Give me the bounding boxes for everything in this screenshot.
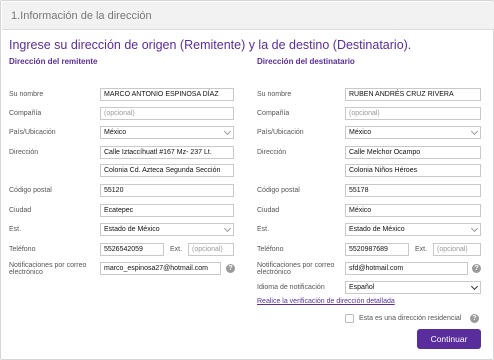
sender-phone-input[interactable]: 5526542059 <box>100 243 164 256</box>
recipient-address-label: Dirección <box>257 149 287 156</box>
recipient-state-select[interactable]: Estado de México <box>345 223 481 236</box>
recipient-country-select[interactable]: México <box>345 126 481 139</box>
sender-name-label: Su nombre <box>9 91 44 98</box>
recipient-city-input[interactable]: México <box>345 204 481 217</box>
recipient-state-label: Est. <box>257 226 270 233</box>
sender-ext-label: Ext. <box>170 246 183 253</box>
recipient-address1-input[interactable]: Calle Melchor Ocampo <box>345 146 481 159</box>
address-panel: 1.Información de la dirección <box>0 0 494 360</box>
sender-state-select[interactable]: Estado de México <box>100 223 234 236</box>
chevron-down-icon <box>223 224 232 233</box>
recipient-postal-input[interactable]: 55178 <box>345 184 481 197</box>
recipient-language-select[interactable]: Español <box>345 281 481 294</box>
chevron-down-icon <box>470 127 479 136</box>
sender-company-input[interactable]: (opcional) <box>100 107 234 120</box>
section-header: 1.Información de la dirección <box>2 2 494 30</box>
sender-country-label: País/Ubicación <box>9 129 56 136</box>
help-icon[interactable]: ? <box>226 264 235 273</box>
sender-state-value: Estado de México <box>104 226 160 233</box>
recipient-language-value: Español <box>349 284 375 291</box>
sender-postal-label: Código postal <box>9 187 52 194</box>
sender-ext-input[interactable]: (opcional) <box>188 243 234 256</box>
sender-phone-label: Teléfono <box>9 246 36 253</box>
sender-city-input[interactable]: Ecatepec <box>100 204 234 217</box>
recipient-company-input[interactable]: (opcional) <box>345 107 481 120</box>
sender-state-label: Est. <box>9 226 22 233</box>
recipient-address2-input[interactable]: Colonia Niños Héroes <box>345 164 481 177</box>
sender-country-value: México <box>104 129 127 136</box>
section-title: 1.Información de la dirección <box>11 10 152 22</box>
help-icon[interactable]: ? <box>472 264 481 273</box>
sender-address-label: Dirección <box>9 149 39 156</box>
recipient-postal-label: Código postal <box>257 187 300 194</box>
sender-name-input[interactable]: MARCO ANTONIO ESPINOSA DÍAZ <box>100 88 234 101</box>
recipient-state-value: Estado de México <box>349 226 405 233</box>
sender-postal-input[interactable]: 55120 <box>100 184 234 197</box>
sender-address1-input[interactable]: Calle Iztaccíhuatl #167 Mz- 237 Lt. <box>100 146 234 159</box>
recipient-country-label: País/Ubicación <box>257 129 304 136</box>
sender-country-select[interactable]: México <box>100 126 234 139</box>
chevron-down-icon <box>470 282 479 291</box>
sender-title: Dirección del remitente <box>9 57 98 66</box>
residential-checkbox[interactable] <box>345 314 354 323</box>
recipient-name-input[interactable]: RUBEN ANDRÉS CRUZ RIVERA <box>345 88 481 101</box>
sender-city-label: Ciudad <box>9 207 32 214</box>
recipient-ext-input[interactable]: (opcional) <box>433 243 481 256</box>
address-verification-link[interactable]: Realice la verificación de dirección det… <box>257 298 395 305</box>
sender-notification-label-line2: electrónico <box>9 269 43 276</box>
recipient-email-input[interactable]: sfd@hotmail.com <box>345 262 468 275</box>
recipient-phone-label: Teléfono <box>257 246 284 253</box>
help-icon[interactable]: ? <box>470 314 479 323</box>
recipient-country-value: México <box>349 129 372 136</box>
recipient-notification-label-line2: electrónico <box>257 269 291 276</box>
sender-company-label: Compañía <box>9 110 42 117</box>
recipient-title: Dirección del destinatario <box>257 57 355 66</box>
recipient-language-label: Idioma de notificación <box>257 284 325 291</box>
sender-email-input[interactable]: marco_espinosa27@hotmail.com <box>100 262 221 275</box>
page-headline: Ingrese su dirección de origen (Remitent… <box>9 38 412 52</box>
chevron-down-icon <box>470 224 479 233</box>
continue-button[interactable]: Continuar <box>417 329 481 349</box>
chevron-down-icon <box>223 127 232 136</box>
sender-address2-input[interactable]: Colonia Cd. Azteca Segunda Sección <box>100 164 234 177</box>
recipient-name-label: Su nombre <box>257 91 292 98</box>
recipient-city-label: Ciudad <box>257 207 280 214</box>
recipient-phone-input[interactable]: 5520987689 <box>345 243 409 256</box>
recipient-ext-label: Ext. <box>415 246 428 253</box>
residential-checkbox-label: Esta es una dirección residencial <box>359 315 462 322</box>
recipient-company-label: Compañía <box>257 110 290 117</box>
